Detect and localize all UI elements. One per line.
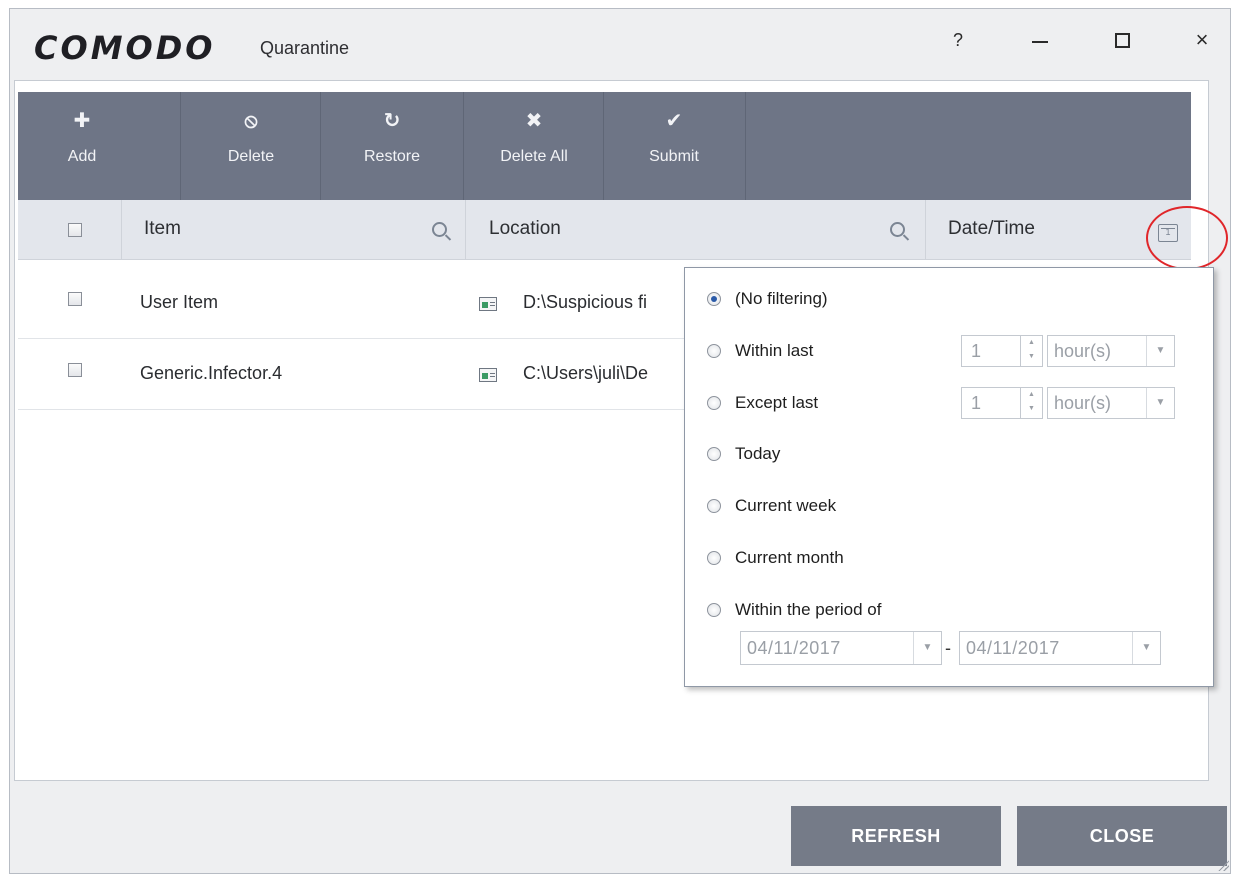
stepper-value: 1 xyxy=(971,393,982,413)
delete-label: Delete xyxy=(227,148,275,165)
filter-option-within-period[interactable]: Within the period of xyxy=(707,600,881,620)
filter-option-today[interactable]: Today xyxy=(707,444,780,464)
title-bar: COMODO Quarantine ? × xyxy=(10,9,1230,87)
radio-button[interactable] xyxy=(707,344,721,358)
plus-icon: ✚ xyxy=(73,110,91,132)
minimize-button[interactable] xyxy=(1020,23,1060,57)
toolbar-divider xyxy=(745,92,746,200)
radio-button[interactable] xyxy=(707,499,721,513)
column-header-location[interactable]: Location xyxy=(489,218,561,240)
option-label: Within last xyxy=(735,341,814,360)
refresh-button[interactable]: REFRESH xyxy=(791,806,1001,866)
restore-icon: ↻ xyxy=(383,110,401,132)
chevron-down-icon[interactable]: ▼ xyxy=(1132,632,1160,664)
maximize-icon xyxy=(1114,32,1130,48)
item-cell: Generic.Infector.4 xyxy=(140,363,283,383)
column-divider xyxy=(121,200,122,260)
option-label: Except last xyxy=(735,393,819,412)
date-value: 04/11/2017 xyxy=(747,638,841,658)
restore-button[interactable]: ↻ Restore xyxy=(321,92,463,200)
resize-grip-icon[interactable] xyxy=(1217,859,1229,871)
select-all-checkbox[interactable] xyxy=(68,223,82,237)
chevron-down-icon: ▼ xyxy=(1146,336,1174,366)
radio-button[interactable] xyxy=(707,396,721,410)
delete-button[interactable]: ⦸ Delete xyxy=(181,92,321,200)
period-end-date[interactable]: 04/11/2017 ▼ xyxy=(959,631,1161,665)
highlight-circle xyxy=(1146,206,1228,270)
filter-option-current-month[interactable]: Current month xyxy=(707,548,844,568)
delete-all-button[interactable]: ✖ Delete All xyxy=(464,92,604,200)
select-value: hour(s) xyxy=(1054,393,1112,413)
option-label: Today xyxy=(735,444,781,463)
except-last-stepper[interactable]: 1 ▲ ▼ xyxy=(961,387,1043,419)
chevron-down-icon[interactable]: ▼ xyxy=(913,632,941,664)
submit-button[interactable]: ✔ Submit xyxy=(604,92,744,200)
option-label: (No filtering) xyxy=(735,289,828,308)
submit-label: Submit xyxy=(649,148,699,165)
filter-option-within-last[interactable]: Within last xyxy=(707,341,813,361)
window-title: Quarantine xyxy=(260,38,350,58)
x-icon: ✖ xyxy=(525,110,543,132)
within-last-stepper[interactable]: 1 ▲ ▼ xyxy=(961,335,1043,367)
add-button[interactable]: ✚ Add xyxy=(18,92,146,200)
stepper-value: 1 xyxy=(971,341,982,361)
period-start-date[interactable]: 04/11/2017 ▼ xyxy=(740,631,942,665)
stepper-arrows-icon[interactable]: ▲ ▼ xyxy=(1020,336,1042,366)
location-cell: D:\Suspicious fi xyxy=(523,292,648,312)
check-icon: ✔ xyxy=(665,110,683,132)
column-divider xyxy=(465,200,466,260)
stepper-arrows-icon[interactable]: ▲ ▼ xyxy=(1020,388,1042,418)
radio-button[interactable] xyxy=(707,551,721,565)
date-filter-popup: (No filtering) Within last 1 ▲ ▼ hour(s) … xyxy=(684,267,1214,687)
date-value: 04/11/2017 xyxy=(966,638,1060,658)
search-icon[interactable] xyxy=(890,222,905,237)
filter-option-except-last[interactable]: Except last xyxy=(707,393,818,413)
filter-option-current-week[interactable]: Current week xyxy=(707,496,836,516)
except-last-unit-select[interactable]: hour(s) ▼ xyxy=(1047,387,1175,419)
close-button[interactable]: CLOSE xyxy=(1017,806,1227,866)
comodo-logo: COMODO xyxy=(34,29,216,67)
column-header-item[interactable]: Item xyxy=(144,218,181,240)
location-cell: C:\Users\juli\De xyxy=(523,363,649,383)
option-label: Current week xyxy=(735,496,837,515)
file-icon xyxy=(479,297,497,311)
column-divider xyxy=(925,200,926,260)
option-label: Current month xyxy=(735,548,844,567)
file-icon xyxy=(479,368,497,382)
add-label: Add xyxy=(67,148,97,165)
minimize-icon xyxy=(1032,41,1048,43)
table-header: Item Location Date/Time xyxy=(18,200,1191,260)
ban-icon: ⦸ xyxy=(244,110,258,132)
radio-button[interactable] xyxy=(707,292,721,306)
select-value: hour(s) xyxy=(1054,341,1112,361)
within-last-unit-select[interactable]: hour(s) ▼ xyxy=(1047,335,1175,367)
maximize-button[interactable] xyxy=(1102,23,1142,57)
delete-all-label: Delete All xyxy=(500,148,568,165)
toolbar: ✚ Add ⦸ Delete ↻ Restore ✖ Delete All ✔ … xyxy=(18,92,1191,200)
chevron-down-icon: ▼ xyxy=(1146,388,1174,418)
close-window-button[interactable]: × xyxy=(1182,23,1222,57)
radio-button[interactable] xyxy=(707,603,721,617)
search-icon[interactable] xyxy=(432,222,447,237)
help-button[interactable]: ? xyxy=(938,23,978,57)
row-checkbox[interactable] xyxy=(68,292,82,306)
column-header-date-time[interactable]: Date/Time xyxy=(948,218,1035,240)
option-label: Within the period of xyxy=(735,600,882,619)
row-checkbox[interactable] xyxy=(68,363,82,377)
restore-label: Restore xyxy=(363,148,421,165)
filter-option-no-filtering[interactable]: (No filtering) xyxy=(707,289,828,309)
period-separator: - xyxy=(945,638,951,658)
radio-button[interactable] xyxy=(707,447,721,461)
item-cell: User Item xyxy=(140,292,219,312)
